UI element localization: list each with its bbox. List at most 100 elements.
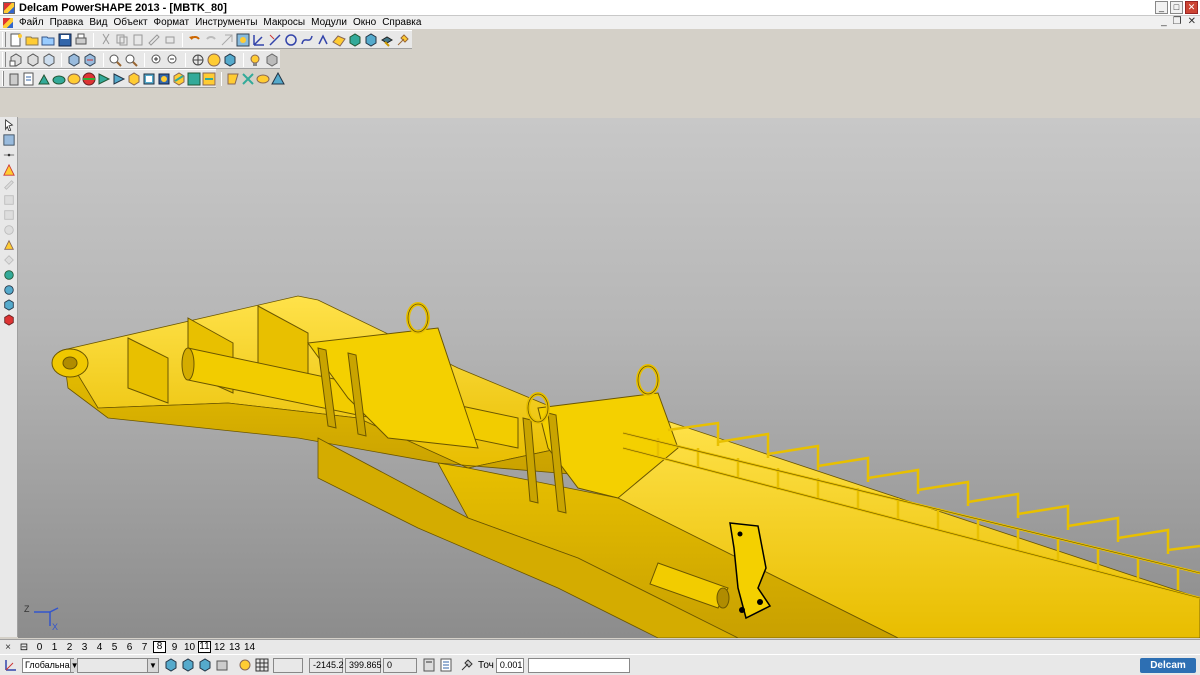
save-icon[interactable] xyxy=(57,32,72,48)
solid-shell-icon[interactable] xyxy=(142,71,156,87)
solid-blue-icon[interactable] xyxy=(271,71,285,87)
solid-block-icon[interactable] xyxy=(7,71,21,87)
disabled-tool-1-icon[interactable] xyxy=(2,178,16,192)
menu-window[interactable]: Окно xyxy=(351,17,380,28)
open-folder-icon[interactable] xyxy=(25,32,40,48)
zoom-icon[interactable] xyxy=(124,52,139,68)
zoom-box-icon[interactable] xyxy=(108,52,123,68)
mdi-close-button[interactable]: ✕ xyxy=(1188,16,1196,27)
solid-sphere-icon[interactable] xyxy=(82,71,96,87)
tools-icon[interactable] xyxy=(396,32,411,48)
menu-file[interactable]: Файл xyxy=(17,17,48,28)
material-3-icon[interactable] xyxy=(197,657,213,673)
view-front-icon[interactable] xyxy=(83,52,98,68)
list-icon[interactable] xyxy=(438,657,454,673)
material-icon[interactable] xyxy=(264,52,279,68)
view-iso2-icon[interactable] xyxy=(25,52,40,68)
toolbar-grip[interactable] xyxy=(2,52,6,67)
command-icon[interactable] xyxy=(219,32,234,48)
solid-icon[interactable] xyxy=(348,32,363,48)
menu-help[interactable]: Справка xyxy=(380,17,425,28)
text-icon[interactable] xyxy=(316,32,331,48)
solid-doc-icon[interactable] xyxy=(22,71,36,87)
grid-field[interactable] xyxy=(273,657,303,673)
solid-feature-icon[interactable] xyxy=(187,71,201,87)
solid-tree-icon[interactable] xyxy=(202,71,216,87)
level-5[interactable]: 5 xyxy=(107,642,122,653)
print-icon[interactable] xyxy=(73,32,88,48)
menu-format[interactable]: Формат xyxy=(152,17,194,28)
level-14[interactable]: 14 xyxy=(242,642,257,653)
wireframe-icon[interactable] xyxy=(190,52,205,68)
level-11[interactable]: 11 xyxy=(198,641,211,653)
mdi-minimize-button[interactable]: _ xyxy=(1161,16,1167,27)
menu-object[interactable]: Объект xyxy=(111,17,151,28)
workplane-select[interactable]: Глобальна ▼ xyxy=(22,657,79,673)
solid-surface-icon[interactable] xyxy=(256,71,270,87)
circle-icon[interactable] xyxy=(284,32,299,48)
shaded-icon[interactable] xyxy=(206,52,221,68)
material-2-icon[interactable] xyxy=(180,657,196,673)
warning-icon[interactable] xyxy=(2,163,16,177)
level-6[interactable]: 6 xyxy=(122,642,137,653)
view-iso1-icon[interactable] xyxy=(9,52,24,68)
paste-icon[interactable] xyxy=(130,32,145,48)
zoom-out-icon[interactable] xyxy=(165,52,180,68)
assembly-icon[interactable] xyxy=(364,32,379,48)
properties-icon[interactable] xyxy=(2,313,16,327)
level-8[interactable]: 8 xyxy=(153,641,166,653)
close-button[interactable]: ✕ xyxy=(1185,1,1198,14)
material-1-icon[interactable] xyxy=(163,657,179,673)
level-close-icon[interactable]: × xyxy=(0,642,16,653)
solid-cylinder-icon[interactable] xyxy=(67,71,81,87)
chevron-down-icon[interactable]: ▼ xyxy=(147,658,158,672)
disabled-tool-4-icon[interactable] xyxy=(2,223,16,237)
coord-y-field[interactable]: 399.865 xyxy=(345,657,382,673)
copy-icon[interactable] xyxy=(114,32,129,48)
zoom-in-icon[interactable] xyxy=(149,52,164,68)
toolbar-grip[interactable] xyxy=(2,32,6,47)
level-7[interactable]: 7 xyxy=(137,642,152,653)
cut-icon[interactable] xyxy=(98,32,113,48)
mdi-restore-button[interactable]: ❐ xyxy=(1173,16,1182,27)
level-0[interactable]: 0 xyxy=(32,642,47,653)
undo-icon[interactable] xyxy=(187,32,202,48)
menu-modules[interactable]: Модули xyxy=(309,17,351,28)
model-tree-icon[interactable] xyxy=(235,32,250,48)
tolerance-icon[interactable] xyxy=(459,657,475,673)
disabled-tool-3-icon[interactable] xyxy=(2,208,16,222)
command-input[interactable] xyxy=(527,657,630,673)
measure-icon[interactable] xyxy=(2,283,16,297)
solid-fillet-icon[interactable] xyxy=(172,71,186,87)
surface-icon[interactable] xyxy=(332,32,347,48)
shaded-wire-icon[interactable] xyxy=(223,52,238,68)
calculator-icon[interactable] xyxy=(421,657,437,673)
crane-boom-model[interactable] xyxy=(18,118,1200,638)
level-10[interactable]: 10 xyxy=(182,642,197,653)
level-12[interactable]: 12 xyxy=(212,642,227,653)
section-icon[interactable] xyxy=(2,298,16,312)
solid-chamfer-icon[interactable] xyxy=(226,71,240,87)
level-13[interactable]: 13 xyxy=(227,642,242,653)
disabled-tool-5-icon[interactable] xyxy=(2,253,16,267)
level-3[interactable]: 3 xyxy=(77,642,92,653)
coord-z-field[interactable]: 0 xyxy=(383,657,417,673)
menu-tools[interactable]: Инструменты xyxy=(193,17,261,28)
delete-icon[interactable] xyxy=(146,32,161,48)
transform-icon[interactable] xyxy=(2,238,16,252)
menu-view[interactable]: Вид xyxy=(87,17,111,28)
new-file-icon[interactable] xyxy=(9,32,24,48)
disabled-tool-2-icon[interactable] xyxy=(2,193,16,207)
menu-edit[interactable]: Правка xyxy=(48,17,88,28)
snap-icon[interactable] xyxy=(237,657,253,673)
solid-revolve-icon[interactable] xyxy=(52,71,66,87)
toolbar-grip[interactable] xyxy=(2,71,4,86)
workplane-status-icon[interactable] xyxy=(3,657,19,673)
solid-cone-icon[interactable] xyxy=(97,71,111,87)
minimize-button[interactable]: _ xyxy=(1155,1,1168,14)
coord-x-field[interactable]: -2145.2 xyxy=(309,657,344,673)
select-icon[interactable] xyxy=(2,118,16,132)
erase-icon[interactable] xyxy=(162,32,177,48)
level-4[interactable]: 4 xyxy=(92,642,107,653)
solid-wedge-icon[interactable] xyxy=(112,71,126,87)
